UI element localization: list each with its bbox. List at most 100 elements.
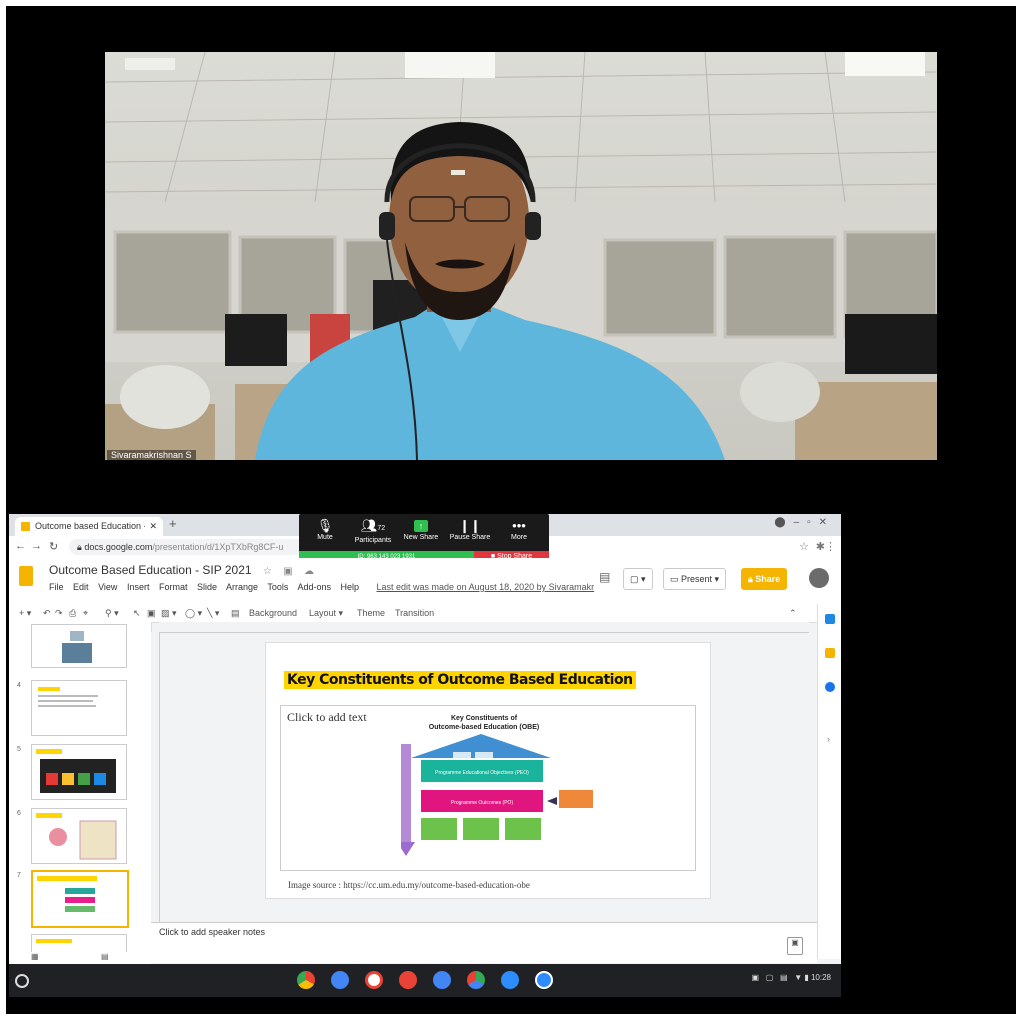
last-edit-link[interactable]: Last edit was made on August 18, 2020 by… <box>377 582 595 592</box>
menu-format[interactable]: Format <box>159 582 188 592</box>
meet-app-icon[interactable] <box>535 971 553 989</box>
keep-addon-icon[interactable] <box>825 648 835 658</box>
mute-button[interactable]: 🎙︎ Mute <box>305 518 345 546</box>
youtube-app-icon[interactable] <box>399 971 417 989</box>
bookmark-star-icon[interactable]: ☆ <box>799 540 809 553</box>
reload-icon[interactable]: ↻ <box>49 540 58 553</box>
chrome-app-icon[interactable] <box>297 971 315 989</box>
diagram-title: Key Constituents of Outcome-based Educat… <box>409 714 559 732</box>
slide-title[interactable]: Key Constituents of Outcome Based Educat… <box>284 671 636 689</box>
slide-thumb-3[interactable] <box>31 624 127 668</box>
more-button[interactable]: ••• More <box>499 518 539 546</box>
participant-name-label: Sivaramakrishnan S <box>107 450 196 460</box>
present-button[interactable]: ▭ Present ▾ <box>663 568 727 590</box>
line-icon[interactable]: ╲ ▾ <box>207 604 219 622</box>
gmail-app-icon[interactable] <box>365 971 383 989</box>
list-view-icon[interactable]: ▤ <box>101 952 109 961</box>
shape-icon[interactable]: ◯ ▾ <box>185 604 202 622</box>
current-slide[interactable]: Key Constituents of Outcome Based Educat… <box>265 642 711 899</box>
meet-present-button[interactable]: ▢ ▾ <box>623 568 653 590</box>
share-button[interactable]: 🔒︎ Share <box>741 568 788 590</box>
undo-icon[interactable]: ↶ <box>43 604 51 622</box>
browser-tab[interactable]: Outcome based Education - SIP ✕ <box>15 517 163 536</box>
paint-format-icon[interactable]: ⌖ <box>83 604 88 622</box>
forward-icon[interactable]: → <box>31 540 42 552</box>
select-icon[interactable]: ↖ <box>133 604 141 622</box>
files-app-icon[interactable] <box>331 971 349 989</box>
slide-number: 4 <box>17 682 21 689</box>
launcher-icon[interactable] <box>15 974 29 988</box>
menu-tools[interactable]: Tools <box>267 582 288 592</box>
text-box-icon[interactable]: ▣ <box>147 604 156 622</box>
menu-help[interactable]: Help <box>340 582 359 592</box>
doc-title[interactable]: Outcome Based Education - SIP 2021 <box>49 563 252 577</box>
speaker-notes[interactable]: Click to add speaker notes ▣ <box>151 922 817 963</box>
slide-5-preview <box>36 749 116 793</box>
comments-icon[interactable]: ▤ <box>599 570 610 584</box>
share-screen-icon: ↑ <box>414 520 428 532</box>
menu-slide[interactable]: Slide <box>197 582 217 592</box>
explore-icon[interactable]: ▣ <box>787 937 803 955</box>
expand-panel-icon[interactable]: › <box>827 734 830 744</box>
system-tray[interactable]: ▣ ▢ ▤ ▼ ▮ 10:28 <box>752 973 831 982</box>
slide-thumb-7-selected[interactable] <box>31 870 129 928</box>
menu-edit[interactable]: Edit <box>73 582 89 592</box>
slide-8-preview <box>36 939 72 943</box>
play-store-icon[interactable] <box>467 971 485 989</box>
zoom-app-icon[interactable] <box>501 971 519 989</box>
grid-view-icon[interactable]: ▦ <box>31 952 39 961</box>
back-icon[interactable]: ← <box>15 540 26 552</box>
horizontal-ruler[interactable] <box>159 622 809 633</box>
url-field[interactable]: 🔒︎ docs.google.com/presentation/d/1XpTXb… <box>69 539 317 555</box>
background-button[interactable]: Background <box>249 604 297 622</box>
account-avatar[interactable] <box>809 568 829 588</box>
docs-app-icon[interactable] <box>433 971 451 989</box>
add-slide-icon[interactable]: + ▾ <box>19 604 31 622</box>
comment-add-icon[interactable]: ▤ <box>231 604 240 622</box>
participants-label: Participants <box>354 537 392 544</box>
share-label: Share <box>755 574 781 584</box>
participant-video <box>105 52 937 460</box>
more-label: More <box>511 534 527 541</box>
window-controls[interactable]: ⬤–▫✕ <box>774 517 835 528</box>
slide-thumb-6[interactable] <box>31 808 127 864</box>
print-icon[interactable]: ⎙ <box>69 604 76 622</box>
move-folder-icon[interactable]: ▣ <box>283 566 292 577</box>
shared-screen: Outcome based Education - SIP ✕ + ⬤–▫✕ ←… <box>9 514 841 997</box>
vertical-ruler[interactable] <box>151 632 160 922</box>
tasks-addon-icon[interactable] <box>825 682 835 692</box>
close-tab-icon[interactable]: ✕ <box>149 517 157 536</box>
peo-label: Programme Educational Objectives (PEO) <box>435 770 529 776</box>
slides-logo-icon[interactable] <box>19 566 33 586</box>
participants-button[interactable]: 👥︎72 Participants <box>349 518 397 546</box>
text-placeholder[interactable]: Click to add text <box>287 710 367 725</box>
menu-insert[interactable]: Insert <box>127 582 150 592</box>
new-share-button[interactable]: ↑ New Share <box>401 518 441 546</box>
pause-share-button[interactable]: ❙❙ Pause Share <box>447 518 493 546</box>
menu-addons[interactable]: Add-ons <box>297 582 331 592</box>
text-placeholder-box[interactable]: Click to add text Key Constituents of Ou… <box>280 705 696 871</box>
theme-button[interactable]: Theme <box>357 604 385 622</box>
layout-button[interactable]: Layout ▾ <box>309 604 343 622</box>
browser-menu-icon[interactable]: ⋮ <box>825 540 836 553</box>
collapse-toolbar-icon[interactable]: ⌃ <box>789 604 797 622</box>
star-icon[interactable]: ☆ <box>263 566 272 577</box>
menu-view[interactable]: View <box>98 582 117 592</box>
image-source-text[interactable]: Image source : https://cc.um.edu.my/outc… <box>288 880 530 890</box>
slide-thumb-8[interactable] <box>31 934 127 953</box>
extension-icon[interactable]: ✱ <box>816 540 825 553</box>
speaker-notes-placeholder[interactable]: Click to add speaker notes <box>159 927 265 937</box>
zoom-icon[interactable]: ⚲ ▾ <box>105 604 119 622</box>
calendar-addon-icon[interactable] <box>825 614 835 624</box>
transition-button[interactable]: Transition <box>395 604 434 622</box>
redo-icon[interactable]: ↷ <box>55 604 63 622</box>
new-tab-icon[interactable]: + <box>169 516 177 531</box>
menu-file[interactable]: File <box>49 582 64 592</box>
doc-title-row: Outcome Based Education - SIP 2021 ☆ ▣ ☁ <box>49 563 314 577</box>
slide-thumb-5[interactable] <box>31 744 127 800</box>
menu-arrange[interactable]: Arrange <box>226 582 258 592</box>
pause-label: Pause Share <box>449 534 491 541</box>
image-icon[interactable]: ▨ ▾ <box>161 604 177 622</box>
slide-thumb-4[interactable] <box>31 680 127 736</box>
lock-icon: 🔒︎ <box>77 542 82 552</box>
